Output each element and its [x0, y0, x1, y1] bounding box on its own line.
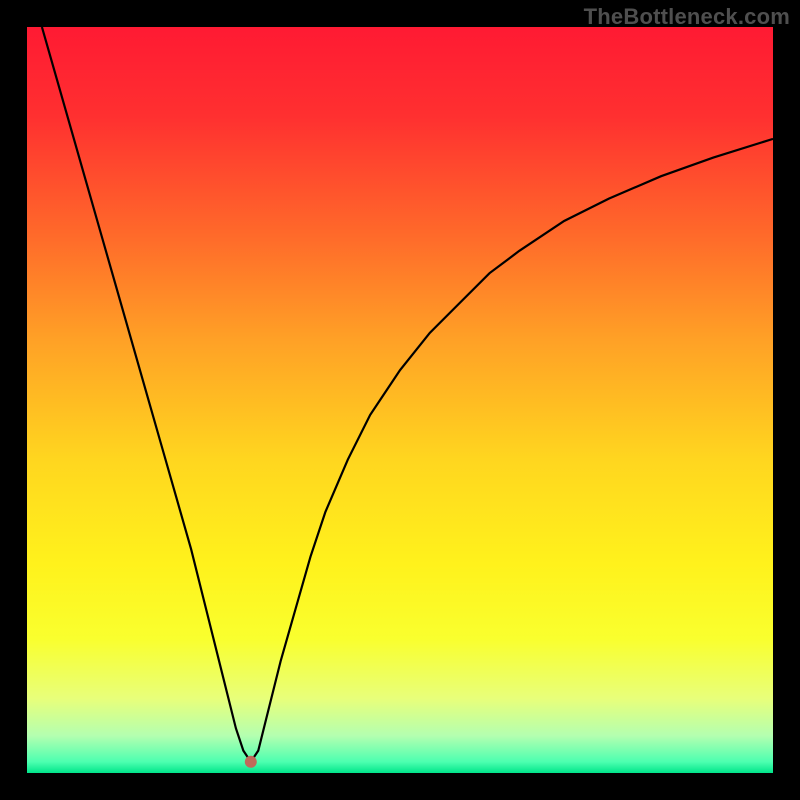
chart-svg [27, 27, 773, 773]
gradient-background [27, 27, 773, 773]
chart-frame: TheBottleneck.com [0, 0, 800, 800]
plot-area [27, 27, 773, 773]
minimum-dot [245, 756, 257, 768]
